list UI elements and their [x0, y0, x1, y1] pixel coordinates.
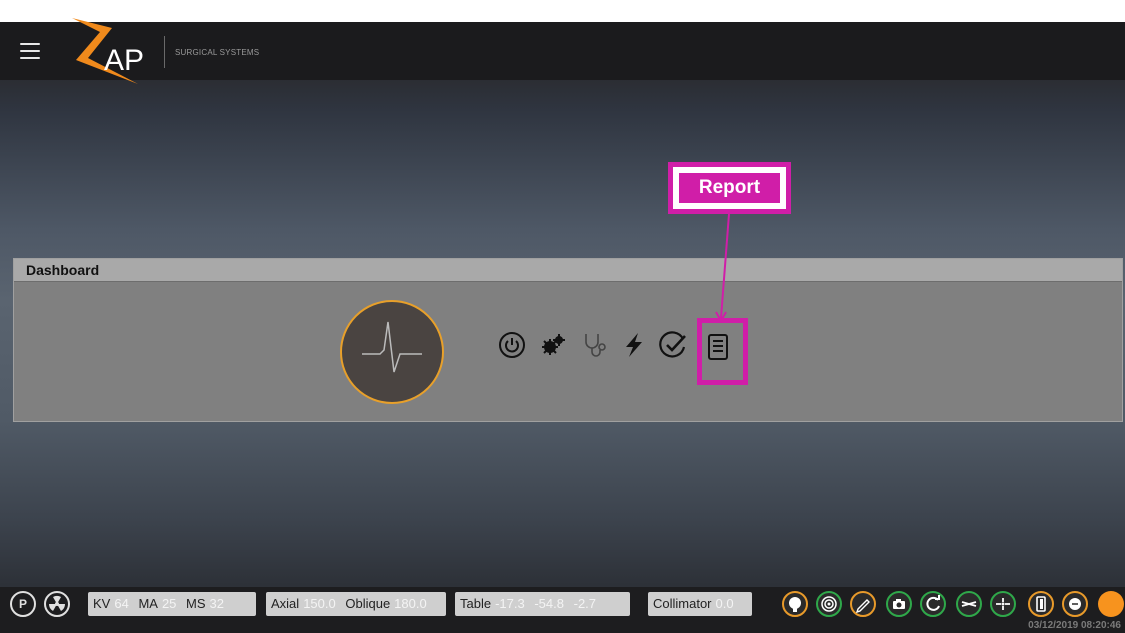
- collimator-value: 0.0: [715, 596, 734, 611]
- ma-value: 25: [161, 596, 177, 611]
- radiation-button[interactable]: [44, 591, 70, 617]
- refresh-icon: [926, 595, 940, 611]
- check-circle-icon[interactable]: [659, 331, 687, 359]
- kv-value: 64: [114, 596, 129, 611]
- oblique-label: Oblique: [345, 596, 391, 611]
- oblique-value: 180.0: [394, 596, 427, 611]
- table-z-value: -2.7: [573, 596, 597, 611]
- axial-label: Axial: [271, 596, 300, 611]
- top-strip: [0, 0, 1125, 22]
- hamburger-menu-icon[interactable]: [20, 43, 40, 61]
- door-icon: [1036, 596, 1046, 612]
- patient-icon: [1069, 598, 1081, 610]
- radiation-icon: [48, 595, 66, 611]
- status-indicator-led: [1098, 591, 1124, 617]
- head-icon: [789, 597, 801, 612]
- gears-icon[interactable]: [539, 331, 567, 359]
- target-button[interactable]: [816, 591, 842, 617]
- status-bar: P KV 64 MA 25 MS 32 Axial 150.0 Oblique 180.0…: [0, 587, 1125, 633]
- camera-button[interactable]: [886, 591, 912, 617]
- ms-label: MS: [186, 596, 206, 611]
- ecg-monitor[interactable]: [340, 300, 444, 404]
- kv-label: KV: [93, 596, 111, 611]
- report-callout-label: Report: [679, 173, 780, 203]
- power-icon[interactable]: [498, 331, 526, 359]
- app-window: AP SURGICAL SYSTEMS Dashboard Report P K…: [0, 0, 1125, 633]
- collimator-button[interactable]: [990, 591, 1016, 617]
- stethoscope-icon[interactable]: [581, 331, 609, 359]
- report-highlight-box: [697, 318, 748, 385]
- ma-label: MA: [138, 596, 158, 611]
- zap-logo-icon: AP: [72, 18, 144, 84]
- p-button[interactable]: P: [10, 591, 36, 617]
- ecg-waveform-icon: [362, 321, 422, 373]
- collimator-label: Collimator: [653, 596, 712, 611]
- table-y-value: -54.8: [534, 596, 564, 611]
- logo-divider: [164, 36, 165, 68]
- ms-value: 32: [209, 596, 224, 611]
- couch-icon: [961, 601, 977, 607]
- door-button[interactable]: [1028, 591, 1054, 617]
- couch-button[interactable]: [956, 591, 982, 617]
- exposure-group: KV 64 MA 25 MS 32: [88, 592, 256, 616]
- datetime-display: 03/12/2019 08:20:46: [1028, 620, 1121, 631]
- head-button[interactable]: [782, 591, 808, 617]
- report-callout: Report: [668, 162, 791, 214]
- header-bar: [0, 22, 1125, 80]
- patient-button[interactable]: [1062, 591, 1088, 617]
- table-label: Table: [460, 596, 492, 611]
- collimator-group: Collimator 0.0: [648, 592, 752, 616]
- axial-value: 150.0: [303, 596, 336, 611]
- logo-text: AP: [104, 44, 144, 77]
- camera-icon: [893, 599, 905, 609]
- collimator-icon: [996, 598, 1010, 610]
- pen-icon: [855, 599, 870, 614]
- pen-button[interactable]: [850, 591, 876, 617]
- refresh-button[interactable]: [920, 591, 946, 617]
- angle-group: Axial 150.0 Oblique 180.0: [266, 592, 446, 616]
- dashboard-panel: Dashboard: [13, 258, 1123, 422]
- lightning-icon[interactable]: [620, 331, 648, 359]
- table-group: Table -17.3 -54.8 -2.7: [455, 592, 630, 616]
- logo-subtitle: SURGICAL SYSTEMS: [175, 48, 260, 57]
- table-x-value: -17.3: [495, 596, 525, 611]
- target-icon: [821, 596, 837, 612]
- dashboard-title: Dashboard: [14, 259, 1122, 282]
